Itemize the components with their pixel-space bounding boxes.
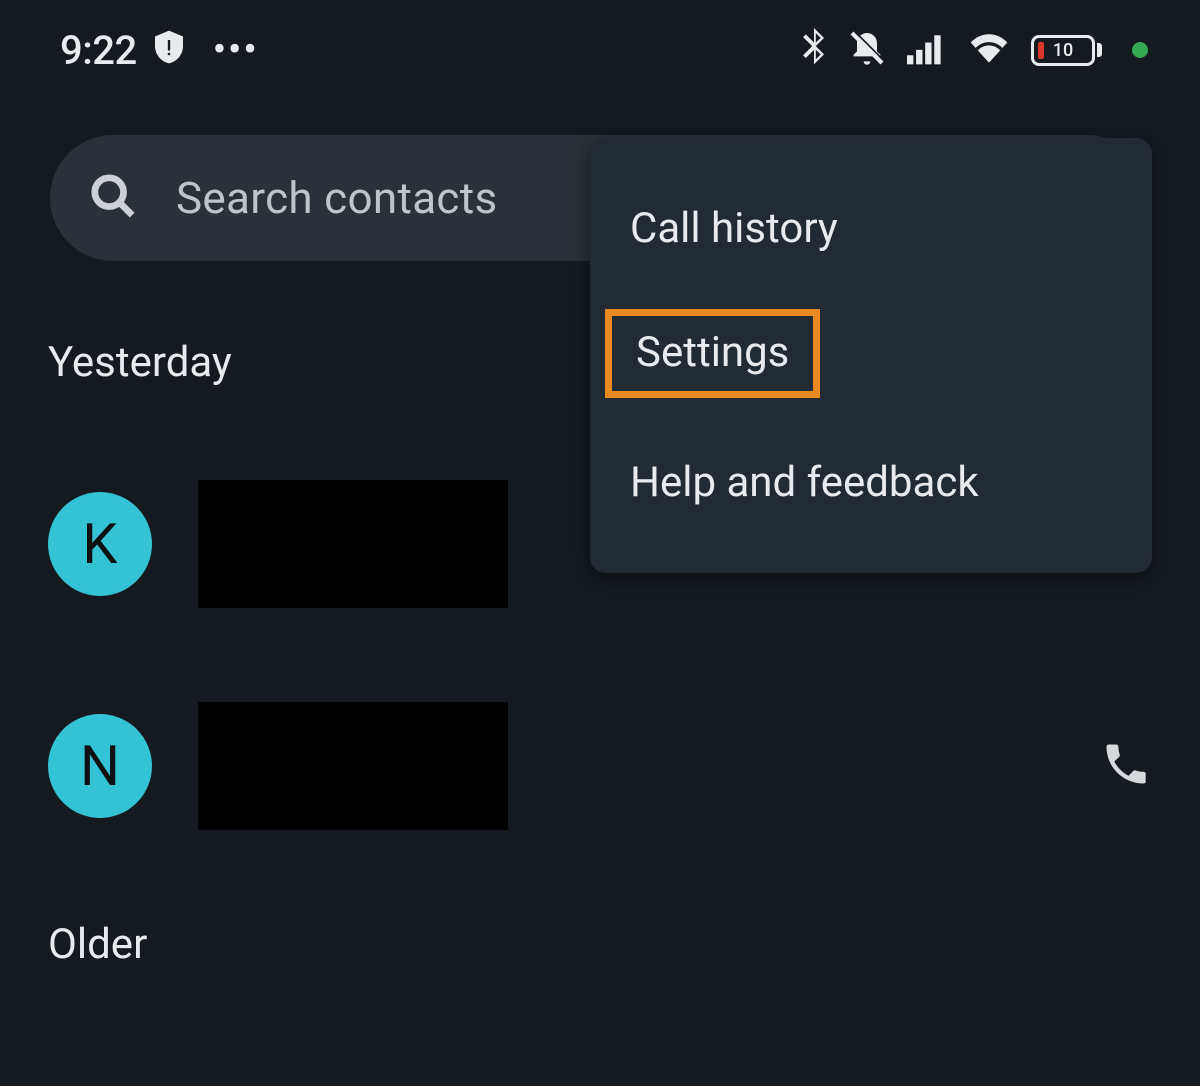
phone-icon[interactable] bbox=[1100, 738, 1152, 794]
contact-row[interactable]: N bbox=[48, 702, 1152, 830]
overflow-menu: Call history Settings Help and feedback bbox=[590, 138, 1152, 573]
dnd-off-icon bbox=[847, 28, 887, 72]
search-placeholder: Search contacts bbox=[176, 172, 497, 224]
contact-avatar: K bbox=[48, 492, 152, 596]
bluetooth-icon bbox=[801, 28, 827, 72]
menu-item-help[interactable]: Help and feedback bbox=[590, 420, 1152, 545]
camera-mic-indicator-icon bbox=[1132, 42, 1148, 58]
menu-item-call-history[interactable]: Call history bbox=[590, 166, 1152, 291]
more-icon: ••• bbox=[213, 28, 259, 72]
status-right: 10 bbox=[801, 28, 1148, 72]
shield-icon bbox=[155, 27, 183, 74]
contact-avatar: N bbox=[48, 714, 152, 818]
battery-level: 10 bbox=[1053, 40, 1073, 61]
status-bar: 9:22 ••• 10 bbox=[0, 0, 1200, 100]
contact-name-redacted bbox=[198, 702, 508, 830]
status-left: 9:22 ••• bbox=[60, 27, 259, 74]
battery-icon: 10 bbox=[1031, 35, 1102, 66]
status-time: 9:22 bbox=[60, 27, 137, 74]
wifi-icon bbox=[967, 31, 1011, 69]
contact-name-redacted bbox=[198, 480, 508, 608]
highlight-annotation: Settings bbox=[605, 309, 820, 398]
section-header-older: Older bbox=[48, 920, 147, 969]
signal-icon bbox=[907, 31, 947, 69]
search-icon bbox=[90, 173, 136, 223]
section-header-yesterday: Yesterday bbox=[48, 338, 232, 387]
menu-item-settings[interactable]: Settings bbox=[590, 291, 1152, 420]
